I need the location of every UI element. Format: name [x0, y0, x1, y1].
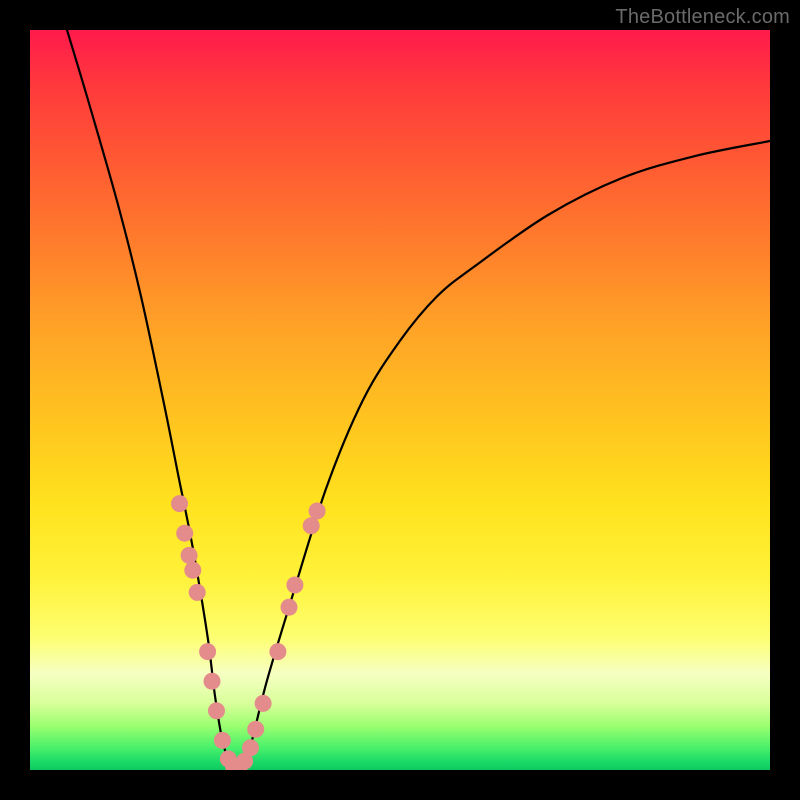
- data-marker: [247, 721, 264, 738]
- data-marker: [199, 643, 216, 660]
- data-marker: [214, 732, 231, 749]
- data-marker: [176, 525, 193, 542]
- data-marker: [281, 599, 298, 616]
- data-marker: [286, 577, 303, 594]
- marker-layer: [171, 495, 326, 770]
- data-marker: [242, 739, 259, 756]
- curve-layer: [67, 30, 770, 770]
- data-marker: [309, 503, 326, 520]
- attribution-label: TheBottleneck.com: [615, 6, 790, 29]
- data-marker: [269, 643, 286, 660]
- data-marker: [189, 584, 206, 601]
- data-marker: [181, 547, 198, 564]
- chart-svg: [30, 30, 770, 770]
- plot-area: [30, 30, 770, 770]
- data-marker: [204, 673, 221, 690]
- data-marker: [184, 562, 201, 579]
- data-marker: [255, 695, 272, 712]
- bottleneck-curve: [67, 30, 770, 770]
- chart-frame: TheBottleneck.com: [0, 0, 800, 800]
- data-marker: [208, 702, 225, 719]
- data-marker: [171, 495, 188, 512]
- data-marker: [303, 517, 320, 534]
